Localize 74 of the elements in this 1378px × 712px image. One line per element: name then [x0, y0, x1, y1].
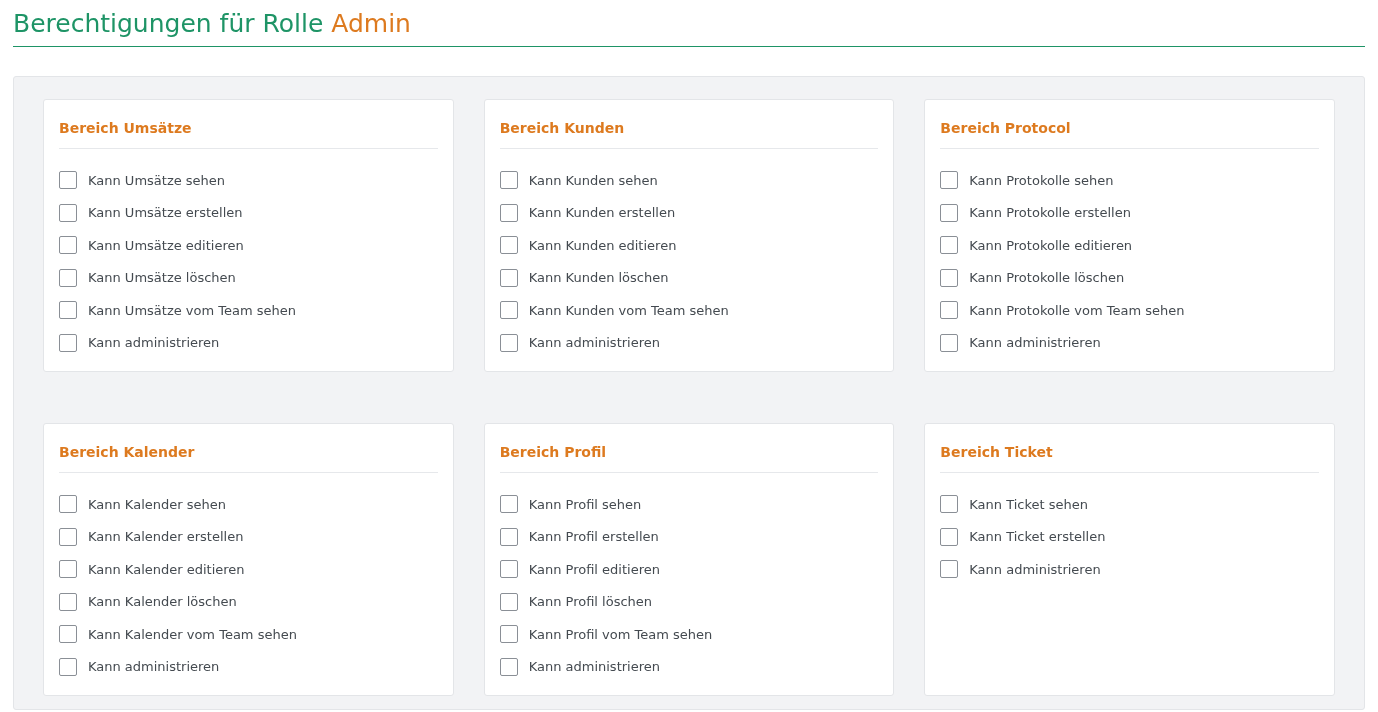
role-name: Admin	[331, 8, 411, 40]
permission-label: Kann Kunden erstellen	[528, 204, 676, 222]
checkbox[interactable]	[499, 625, 518, 644]
permission-label: Kann Profil erstellen	[528, 528, 659, 546]
permission-label: Kann Kunden editieren	[528, 236, 677, 255]
permission-label: Kann Protokolle editieren	[969, 236, 1133, 255]
checkbox[interactable]	[59, 236, 77, 255]
checkbox[interactable]	[59, 560, 77, 579]
permission-label: Kann Kalender editieren	[88, 560, 245, 579]
permission-label: Kann Kunden vom Team sehen	[528, 301, 729, 320]
permission-label: Kann Ticket erstellen	[969, 528, 1106, 546]
checkbox[interactable]	[940, 171, 959, 190]
checkbox[interactable]	[499, 657, 518, 676]
checkbox[interactable]	[940, 301, 959, 320]
checkbox[interactable]	[59, 495, 77, 514]
permission-label: Kann Kunden löschen	[528, 269, 669, 287]
checkbox[interactable]	[940, 203, 959, 222]
permission-label: Kann administrieren	[88, 334, 220, 352]
checkbox[interactable]	[940, 333, 959, 352]
permission-label: Kann Profil editieren	[528, 560, 660, 579]
card-title: Bereich Umsätze	[59, 118, 438, 149]
permission-label: Kann Protokolle sehen	[969, 171, 1114, 190]
permission-label: Kann Umsätze erstellen	[88, 204, 243, 222]
card-title: Bereich Profil	[499, 442, 879, 473]
checkbox[interactable]	[59, 203, 77, 222]
checkbox[interactable]	[499, 592, 518, 611]
card-title: Bereich Kalender	[59, 442, 438, 473]
card-title: Bereich Ticket	[940, 442, 1319, 473]
checkbox[interactable]	[499, 203, 518, 222]
checkbox[interactable]	[59, 268, 77, 287]
permission-label: Kann Umsätze editieren	[88, 236, 244, 255]
permission-label: Kann Profil sehen	[528, 495, 642, 514]
permission-label: Kann Umsätze vom Team sehen	[88, 301, 297, 320]
checkbox[interactable]	[499, 236, 518, 255]
permission-label: Kann Umsätze löschen	[88, 269, 236, 287]
checkbox[interactable]	[59, 333, 77, 352]
checkbox[interactable]	[59, 171, 77, 190]
permission-label: Kann Profil löschen	[528, 593, 653, 611]
checkbox[interactable]	[499, 268, 518, 287]
permission-label: Kann Protokolle erstellen	[969, 204, 1131, 222]
permission-label: Kann Profil vom Team sehen	[528, 625, 713, 644]
permission-label: Kann administrieren	[969, 334, 1101, 352]
permission-label: Kann Kalender sehen	[88, 495, 226, 514]
permission-label: Kann administrieren	[528, 334, 660, 352]
permission-label: Kann Kalender vom Team sehen	[88, 625, 297, 644]
checkbox[interactable]	[499, 301, 518, 320]
permission-label: Kann Protokolle vom Team sehen	[969, 301, 1185, 320]
checkbox[interactable]	[940, 236, 959, 255]
checkbox[interactable]	[59, 592, 77, 611]
checkbox[interactable]	[59, 301, 77, 320]
checkbox[interactable]	[59, 657, 77, 676]
permission-label: Kann Kalender erstellen	[88, 528, 244, 546]
permission-label: Kann Kunden sehen	[528, 171, 658, 190]
checkbox[interactable]	[499, 527, 518, 546]
checkbox[interactable]	[940, 495, 959, 514]
card-title: Bereich Kunden	[499, 118, 879, 149]
permission-label: Kann Umsätze sehen	[88, 171, 226, 190]
permission-label: Kann Protokolle löschen	[969, 269, 1125, 287]
permission-label: Kann Kalender löschen	[88, 593, 237, 611]
permission-label: Kann administrieren	[528, 658, 660, 676]
checkbox[interactable]	[59, 527, 77, 546]
permission-label: Kann administrieren	[88, 658, 220, 676]
permission-label: Kann Ticket sehen	[969, 495, 1089, 514]
checkbox[interactable]	[59, 625, 77, 644]
checkbox[interactable]	[499, 171, 518, 190]
checkbox[interactable]	[499, 333, 518, 352]
checkbox[interactable]	[940, 527, 959, 546]
checkbox[interactable]	[499, 560, 518, 579]
checkbox[interactable]	[499, 495, 518, 514]
permission-label: Kann administrieren	[969, 560, 1101, 579]
checkbox[interactable]	[940, 268, 959, 287]
card-title: Bereich Protocol	[940, 118, 1319, 149]
page-title: Berechtigungen für Rolle	[13, 8, 324, 40]
checkbox[interactable]	[940, 560, 959, 579]
